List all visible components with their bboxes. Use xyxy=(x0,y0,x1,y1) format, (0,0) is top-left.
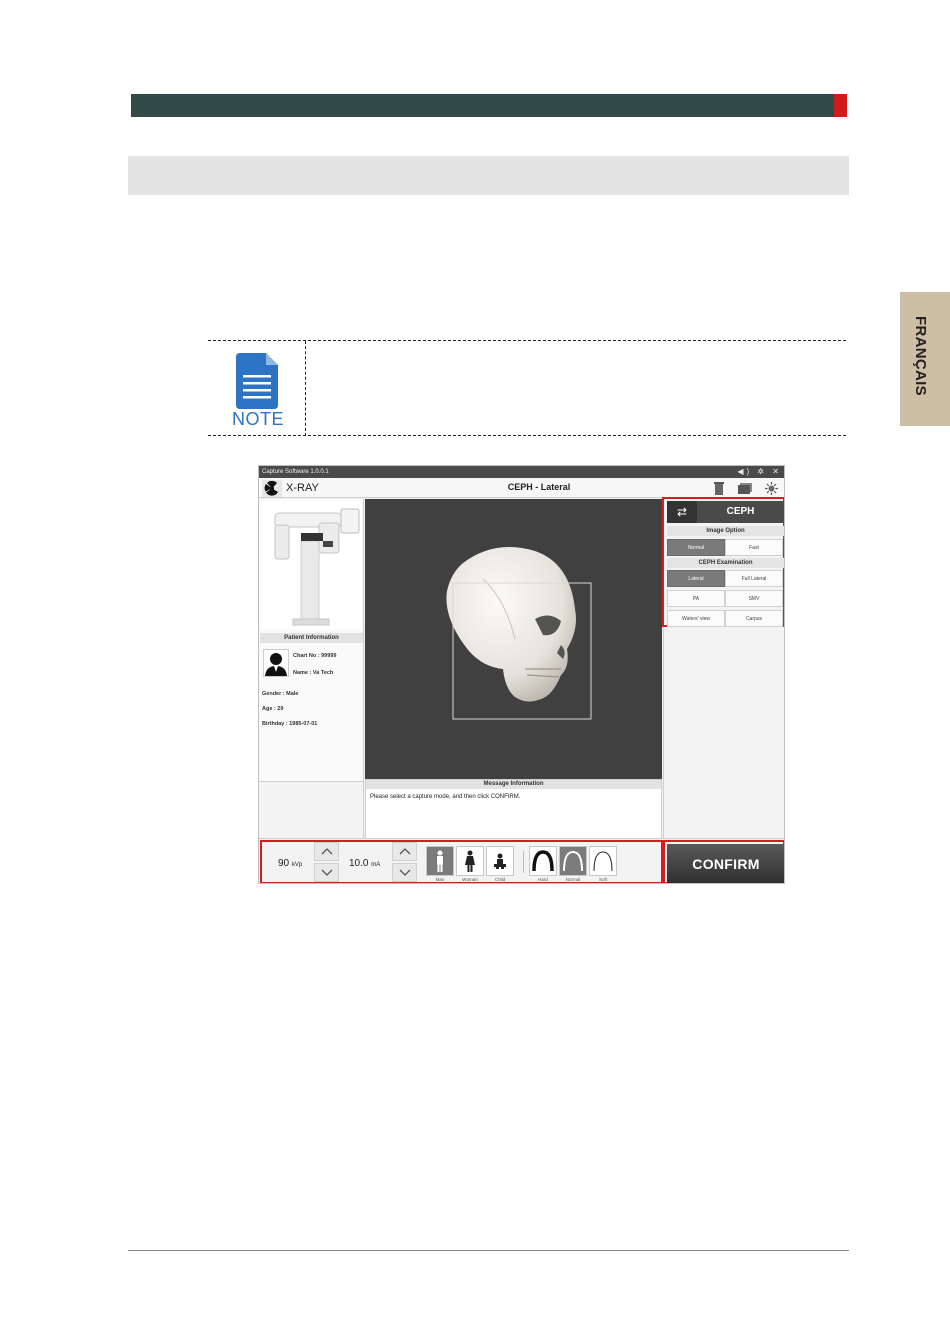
exam-pa[interactable]: PA xyxy=(667,590,725,607)
chevron-down-icon xyxy=(399,869,410,876)
soft-arch-icon xyxy=(593,851,613,872)
patient-woman-button[interactable] xyxy=(456,846,484,876)
patient-child-button[interactable] xyxy=(486,846,514,876)
ma-down-button[interactable] xyxy=(392,863,417,882)
chart-number: Chart No : 99999 xyxy=(293,653,337,659)
exam-smv[interactable]: SMV xyxy=(725,590,783,607)
patient-child-label: Child xyxy=(494,877,506,882)
control-separator xyxy=(523,851,524,873)
patient-info-header: Patient Information xyxy=(260,633,363,643)
radiation-icon xyxy=(262,480,282,497)
child-icon xyxy=(494,853,506,869)
app-header: X-RAY CEPH - Lateral xyxy=(259,478,784,498)
exam-waters-view[interactable]: Waters' view xyxy=(667,610,725,627)
machine-image xyxy=(261,501,361,629)
hard-arch-icon xyxy=(532,850,554,872)
arch-hard-label: Hard xyxy=(538,877,548,882)
kvp-unit: kVp xyxy=(291,862,303,868)
patient-avatar-icon xyxy=(263,649,289,677)
confirm-highlight: CONFIRM xyxy=(663,840,784,883)
woman-icon xyxy=(465,850,475,872)
ma-up-button[interactable] xyxy=(392,842,417,861)
patient-woman-label: Woman xyxy=(462,877,478,882)
message-side-panel xyxy=(259,781,364,839)
confirm-button[interactable]: CONFIRM xyxy=(667,844,784,883)
patient-man-button[interactable] xyxy=(426,846,454,876)
subsection-band xyxy=(128,156,849,195)
settings-light-icon[interactable] xyxy=(760,480,782,496)
exposure-control-bar: 90 kVp 10.0 mA Man Woman Child Hard Norm… xyxy=(259,838,784,883)
ceph-label: CEPH xyxy=(726,506,755,517)
ma-unit: mA xyxy=(371,862,381,868)
exam-lateral[interactable]: Lateral xyxy=(667,570,725,587)
arch-hard-button[interactable] xyxy=(529,846,557,876)
ma-readout: 10.0 mA xyxy=(349,858,380,869)
footer-rule xyxy=(128,1250,849,1251)
patient-birthday: Birthday : 1985-07-01 xyxy=(262,721,318,727)
patient-gender: Gender : Male xyxy=(262,691,299,697)
kvp-down-button[interactable] xyxy=(314,863,339,882)
card-icon[interactable] xyxy=(734,480,756,496)
message-panel: Message Information Please select a capt… xyxy=(365,779,662,839)
image-option-label: Image Option xyxy=(667,526,784,536)
note-icon: NOTE xyxy=(228,353,284,429)
patient-man-label: Man xyxy=(435,877,445,882)
man-icon xyxy=(437,850,443,872)
chevron-up-icon xyxy=(321,848,332,855)
section-header-accent xyxy=(834,94,847,117)
image-option-normal[interactable]: Normal xyxy=(667,539,725,556)
message-text: Please select a capture mode, and then c… xyxy=(370,794,521,800)
kvp-readout: 90 kVp xyxy=(278,858,302,869)
section-header-bar xyxy=(131,94,834,117)
window-titlebar: Capture Software 1.0.0.1 ◀) ✲ ✕ xyxy=(259,466,784,478)
left-panel: Patient Information Chart No : 99999 Nam… xyxy=(259,499,364,781)
exam-carpus[interactable]: Carpus xyxy=(725,610,783,627)
note-divider xyxy=(305,341,306,436)
kvp-value: 90 xyxy=(278,858,290,869)
ceph-exam-label: CEPH Examination xyxy=(667,558,784,568)
ma-value: 10.0 xyxy=(349,858,369,869)
image-option-fast[interactable]: Fast xyxy=(725,539,783,556)
switch-mode-icon[interactable]: ⇄ xyxy=(667,501,697,523)
language-tab-label: FRANÇAIS xyxy=(912,316,929,396)
kvp-up-button[interactable] xyxy=(314,842,339,861)
chevron-up-icon xyxy=(399,848,410,855)
trash-icon[interactable] xyxy=(708,480,730,496)
mode-title: CEPH - Lateral xyxy=(507,482,571,492)
window-controls[interactable]: ◀) ✲ ✕ xyxy=(737,466,782,478)
window-title: Capture Software 1.0.0.1 xyxy=(262,469,329,475)
arch-soft-button[interactable] xyxy=(589,846,617,876)
language-tab: FRANÇAIS xyxy=(900,292,950,426)
patient-name: Name : Va Tech xyxy=(293,670,334,676)
image-viewer[interactable] xyxy=(365,499,662,779)
ceph-mode-header: ⇄ CEPH xyxy=(667,501,784,523)
note-box: NOTE xyxy=(208,340,846,436)
arch-normal-button[interactable] xyxy=(559,846,587,876)
capture-software-window: Capture Software 1.0.0.1 ◀) ✲ ✕ X-RAY CE… xyxy=(258,465,785,884)
message-header: Message Information xyxy=(366,780,661,789)
right-panel: ⇄ CEPH Image Option Normal Fast CEPH Exa… xyxy=(662,497,784,839)
normal-arch-icon xyxy=(563,850,583,872)
chevron-down-icon xyxy=(321,869,332,876)
arch-soft-label: Soft xyxy=(598,877,607,882)
patient-age: Age : 29 xyxy=(262,706,284,712)
xray-label: X-RAY xyxy=(286,482,319,494)
skull-preview-image xyxy=(446,547,592,720)
arch-normal-label: Normal xyxy=(565,877,581,882)
note-word: NOTE xyxy=(232,409,285,429)
exam-full-lateral[interactable]: Full Lateral xyxy=(725,570,783,587)
